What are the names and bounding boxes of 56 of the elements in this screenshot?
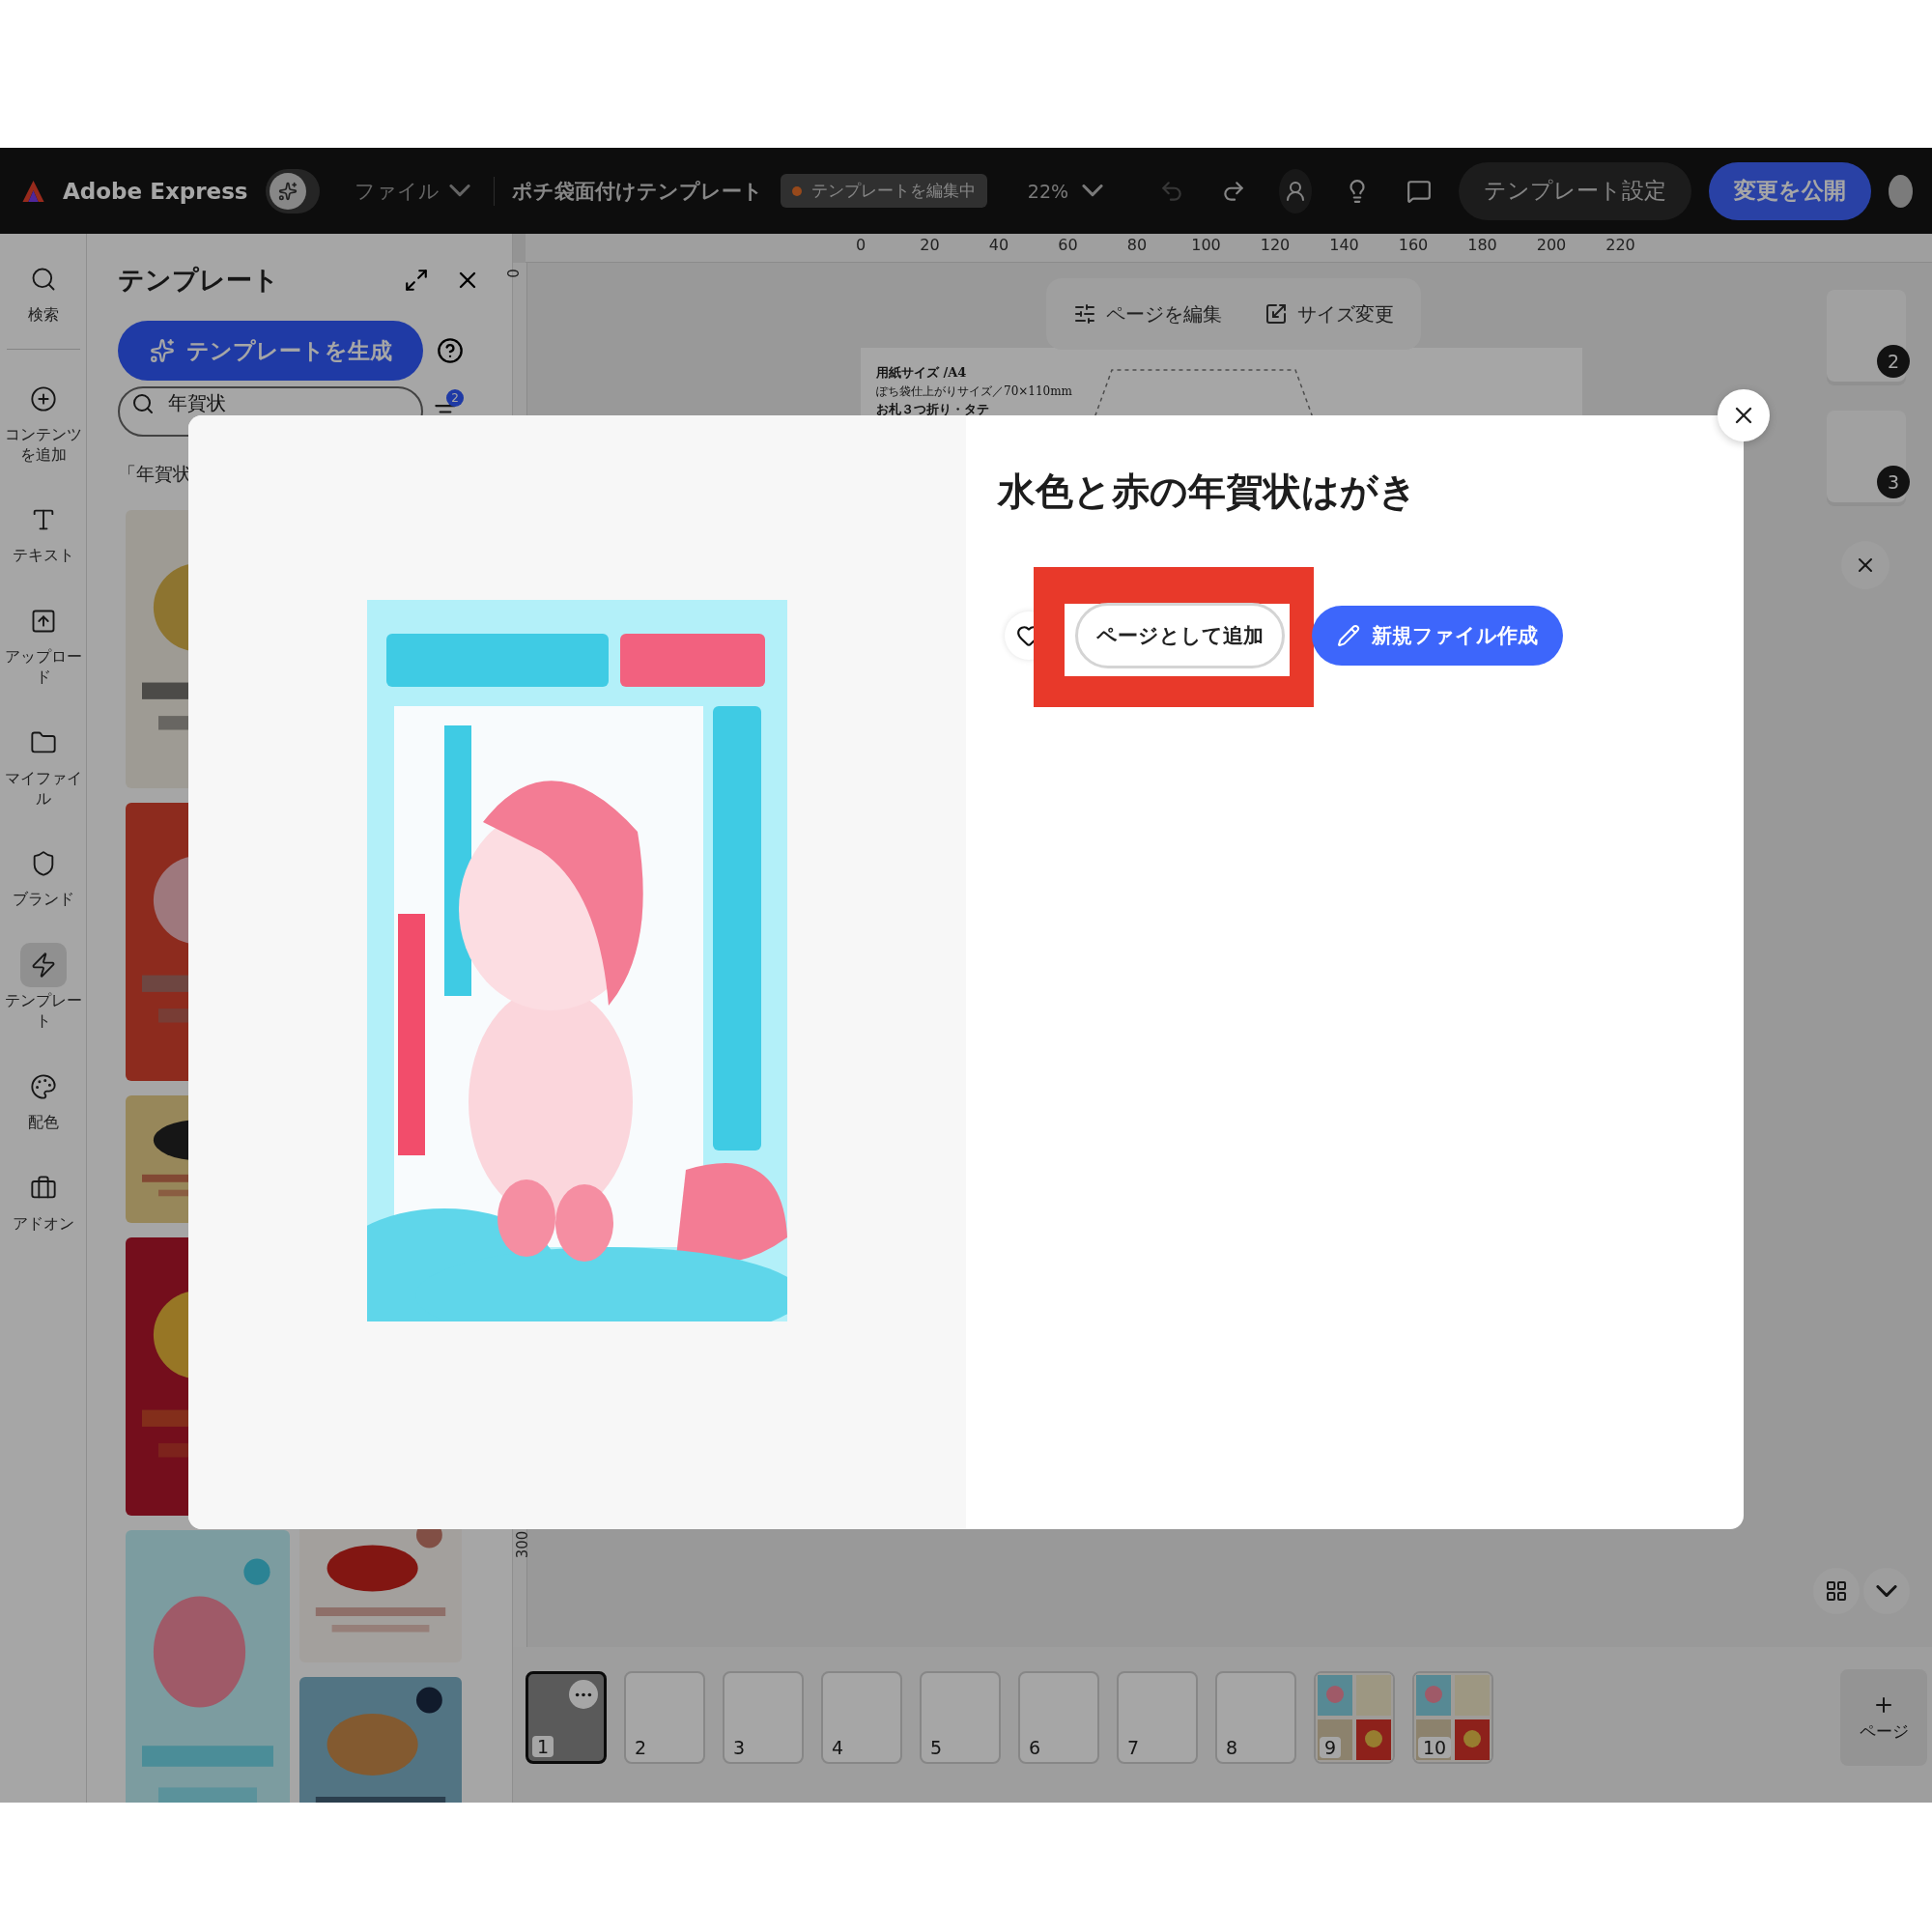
sidebar-item[interactable]: テキスト (1, 497, 85, 567)
sliders-icon (1073, 302, 1096, 326)
panel-title: テンプレート (118, 264, 280, 297)
help-icon[interactable] (437, 337, 464, 364)
sparkle-icon (277, 181, 298, 201)
pencil-icon (1337, 624, 1360, 647)
page-thumbnail[interactable]: 1 (526, 1671, 607, 1764)
page-thumbnail[interactable]: 2 (624, 1671, 705, 1764)
document-title: ポチ袋面付けテンプレート (511, 178, 763, 205)
app-name: Adobe Express (63, 178, 248, 204)
sidebar-item[interactable]: アドオン (1, 1165, 85, 1235)
publish-button[interactable]: 変更を公開 (1708, 161, 1871, 220)
sidebar-item[interactable]: ブランド (1, 841, 85, 911)
resize-icon (1264, 302, 1288, 326)
more-button[interactable] (569, 1680, 598, 1709)
page-thumbnail[interactable]: 9 (1314, 1671, 1395, 1764)
sidebar-item[interactable]: コンテンツを追加 (1, 376, 85, 466)
page-thumbnail[interactable]: 8 (1215, 1671, 1296, 1764)
avatar[interactable] (1888, 174, 1913, 208)
count-badge: 2 (446, 389, 464, 407)
status-badge: テンプレートを編集中 (780, 174, 987, 208)
new-file-button[interactable]: 新規ファイル作成 (1312, 606, 1563, 666)
chevron-down-icon (449, 185, 471, 197)
horizontal-ruler: 0 20 40 60 80 100 120 140 160 180 200 220 (526, 234, 1932, 263)
generate-template-button[interactable]: テンプレートを生成 (118, 321, 423, 381)
collapse-button[interactable] (1863, 1568, 1910, 1614)
expand-icon[interactable] (404, 268, 429, 293)
sidebar-item[interactable]: 検索 (1, 257, 85, 326)
sidebar-item[interactable]: テンプレート (1, 943, 85, 1032)
sparkle-icon (149, 338, 175, 363)
edit-page-button[interactable]: ページを編集 (1067, 299, 1228, 328)
ellipsis-icon (575, 1691, 592, 1697)
search-icon (131, 392, 155, 415)
user-button[interactable] (1279, 168, 1312, 213)
add-page-button[interactable]: ページ (1840, 1669, 1927, 1766)
sidebar-item[interactable]: 配色 (1, 1064, 85, 1133)
chevron-down-icon (1082, 185, 1104, 197)
page-thumbnail[interactable]: 5 (920, 1671, 1001, 1764)
plus-circle-icon (29, 384, 57, 412)
page-thumbnail[interactable]: 7 (1117, 1671, 1198, 1764)
zoom-dropdown[interactable]: 22% (1021, 179, 1110, 203)
chevron-down-icon (1876, 1584, 1897, 1598)
sidebar-item[interactable]: アップロード (1, 599, 85, 688)
page-thumbnail[interactable]: 6 (1018, 1671, 1099, 1764)
dialog-title: 水色と赤の年賀状はがき (998, 469, 1418, 515)
page-thumbnail[interactable]: 4 (821, 1671, 902, 1764)
add-as-page-button[interactable]: ページとして追加 (1075, 603, 1285, 668)
grid-icon (1825, 1579, 1848, 1603)
speech-bubble-icon (1406, 178, 1432, 204)
sidebar-item[interactable]: マイファイル (1, 720, 85, 810)
template-settings-button[interactable]: テンプレート設定 (1458, 161, 1691, 220)
resize-button[interactable]: サイズ変更 (1259, 299, 1400, 328)
grid-view-button[interactable] (1813, 1568, 1860, 1614)
palette-icon (29, 1072, 57, 1100)
page-thumbnail[interactable]: 3 (723, 1671, 804, 1764)
page-thumbnail[interactable]: 10 (1412, 1671, 1493, 1764)
